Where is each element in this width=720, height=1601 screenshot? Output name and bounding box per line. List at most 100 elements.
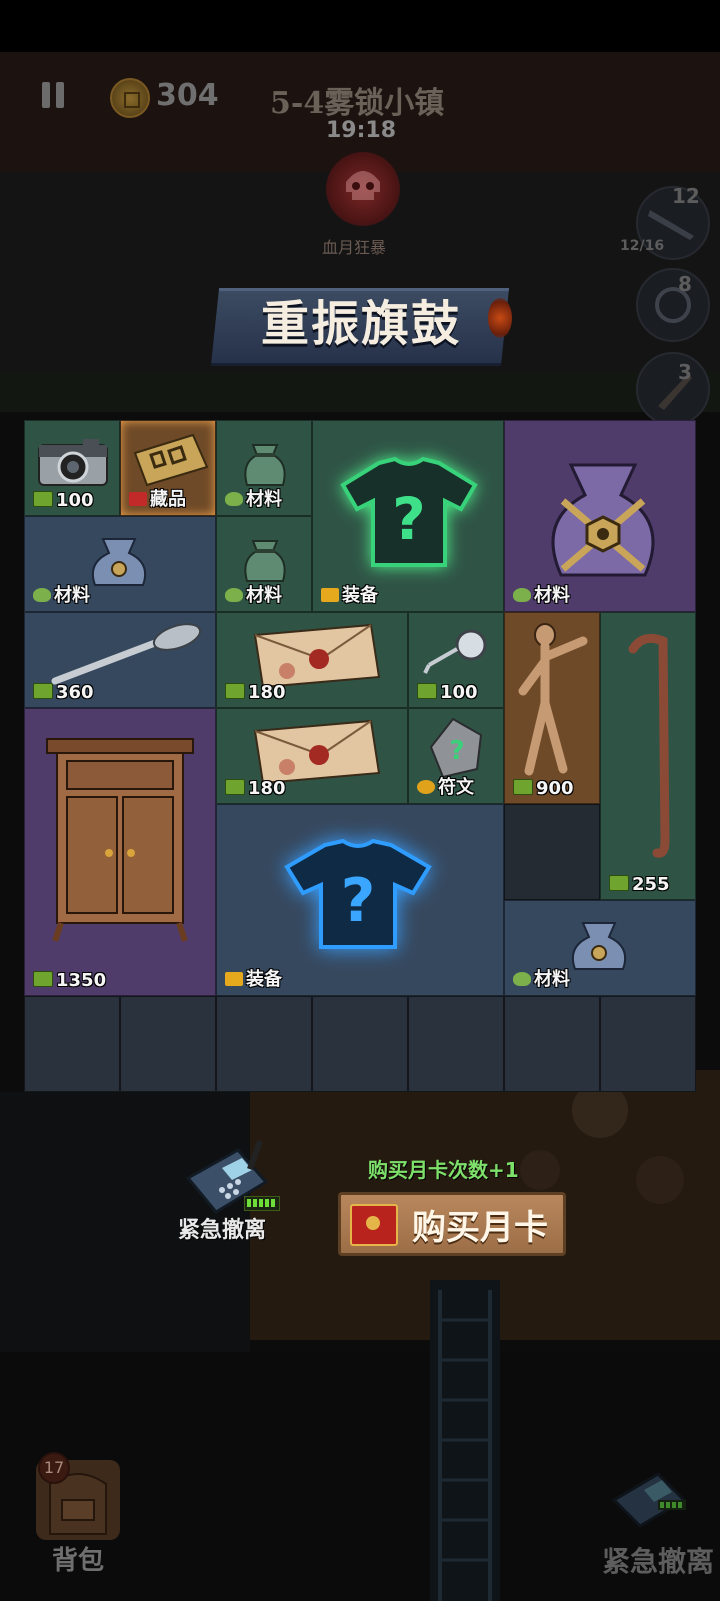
money-icon (609, 875, 629, 891)
item-value: 1350 (33, 970, 106, 991)
rune-icon (417, 780, 435, 794)
item-value: 装备 (225, 965, 282, 991)
money-icon (33, 971, 53, 987)
yin-yang-icon (655, 287, 691, 323)
empty-cell[interactable] (504, 804, 600, 900)
item-value: 材料 (225, 581, 282, 607)
empty-cell[interactable] (600, 996, 696, 1092)
item-value: 100 (33, 490, 94, 511)
money-icon (225, 779, 245, 795)
item-mannequin[interactable]: 900 (504, 612, 600, 804)
money-icon (33, 491, 53, 507)
material-icon (225, 588, 243, 602)
material-icon (513, 588, 531, 602)
material-bag-icon (571, 922, 627, 970)
timer: 19:18 (326, 118, 397, 143)
wardrobe-icon (46, 738, 194, 942)
money-icon (417, 683, 437, 699)
side-slot-knife[interactable] (636, 352, 710, 426)
item-green-bag[interactable]: 材料 (216, 516, 312, 612)
collectible-icon (129, 492, 147, 506)
svg-text:?: ? (392, 485, 426, 553)
item-letter[interactable]: 180 (216, 612, 408, 708)
camera-icon (38, 439, 108, 486)
item-collectible-plate[interactable]: 藏品 (120, 420, 216, 516)
svg-text:?: ? (449, 736, 464, 766)
item-mystery-equipment[interactable]: ? 装备 (312, 420, 504, 612)
money-icon (513, 779, 533, 795)
item-value: 藏品 (129, 485, 186, 511)
empty-cell[interactable] (504, 996, 600, 1092)
crowbar-icon (628, 633, 670, 858)
material-bag-icon (551, 463, 655, 577)
item-camera[interactable]: 100 (24, 420, 120, 516)
material-bag-icon (91, 538, 147, 586)
buy-month-card-label: 购买月卡 (412, 1208, 548, 1248)
empty-cell[interactable] (24, 996, 120, 1092)
letter-icon (253, 623, 381, 689)
money-icon (225, 683, 245, 699)
item-value: 180 (225, 682, 286, 703)
item-magnifier[interactable]: 100 (408, 612, 504, 708)
item-value: 符文 (417, 773, 474, 799)
banner-title: 重振旗鼓 (260, 296, 461, 352)
material-bag-icon (244, 444, 286, 486)
mystery-shirt-icon: ? (340, 457, 478, 567)
gear-icon (321, 588, 339, 602)
item-value: 100 (417, 682, 478, 703)
material-icon (33, 588, 51, 602)
rune-icon: ? (429, 717, 483, 779)
level-name: 5-4雾锁小镇 (270, 86, 445, 121)
side-slot-yinyang[interactable] (636, 268, 710, 342)
red-envelope-icon (350, 1204, 398, 1246)
empty-cell[interactable] (408, 996, 504, 1092)
coin-count: 304 (156, 78, 219, 113)
flame-icon (488, 298, 512, 338)
empty-cell[interactable] (216, 996, 312, 1092)
side-slot-count: 8 (678, 272, 692, 296)
item-value: 360 (33, 682, 94, 703)
item-letter[interactable]: 180 (216, 708, 408, 804)
item-mystery-equipment[interactable]: ? 装备 (216, 804, 504, 996)
skull-icon (326, 152, 400, 226)
letter-icon (253, 719, 381, 785)
battery-icon (244, 1196, 280, 1211)
item-blue-bag[interactable]: 材料 (504, 900, 696, 996)
svg-text:?: ? (341, 866, 376, 936)
item-crowbar[interactable]: 255 (600, 612, 696, 900)
plate-icon (133, 433, 209, 487)
mannequin-icon (518, 623, 588, 776)
side-slot-ammo: 12/16 (620, 238, 665, 254)
buy-hint: 购买月卡次数+1 (368, 1158, 519, 1182)
item-value: 材料 (513, 965, 570, 991)
item-spoon[interactable]: 360 (24, 612, 216, 708)
item-value: 装备 (321, 581, 378, 607)
item-rune[interactable]: ? 符文 (408, 708, 504, 804)
item-value: 材料 (33, 581, 90, 607)
knife-icon (658, 374, 692, 410)
side-slot-count: 3 (678, 360, 692, 384)
coin-icon (110, 78, 150, 118)
pause-button[interactable] (40, 82, 68, 108)
bottom-evac-label: 紧急撤离 (602, 1545, 715, 1578)
empty-cell[interactable] (312, 996, 408, 1092)
money-icon (33, 683, 53, 699)
item-value: 材料 (513, 581, 570, 607)
item-value: 255 (609, 874, 670, 895)
gear-icon (225, 972, 243, 986)
event-label: 血月狂暴 (322, 238, 387, 257)
phone-icon (611, 1472, 687, 1528)
item-value: 900 (513, 778, 574, 799)
side-slot-count: 12 (672, 184, 700, 208)
item-wardrobe[interactable]: 1350 (24, 708, 216, 996)
item-value: 180 (225, 778, 286, 799)
item-green-bag[interactable]: 材料 (216, 420, 312, 516)
spoon-icon (51, 623, 202, 685)
inventory-grid: 100 藏品 材料 ? 装备 材料 材料 材料 360 180 100 900 … (24, 420, 696, 1092)
material-icon (225, 492, 243, 506)
empty-cell[interactable] (120, 996, 216, 1092)
item-purple-bag[interactable]: 材料 (504, 420, 696, 612)
backpack-label: 背包 (52, 1546, 105, 1576)
item-blue-bag[interactable]: 材料 (24, 516, 216, 612)
magnifier-icon (423, 629, 487, 674)
